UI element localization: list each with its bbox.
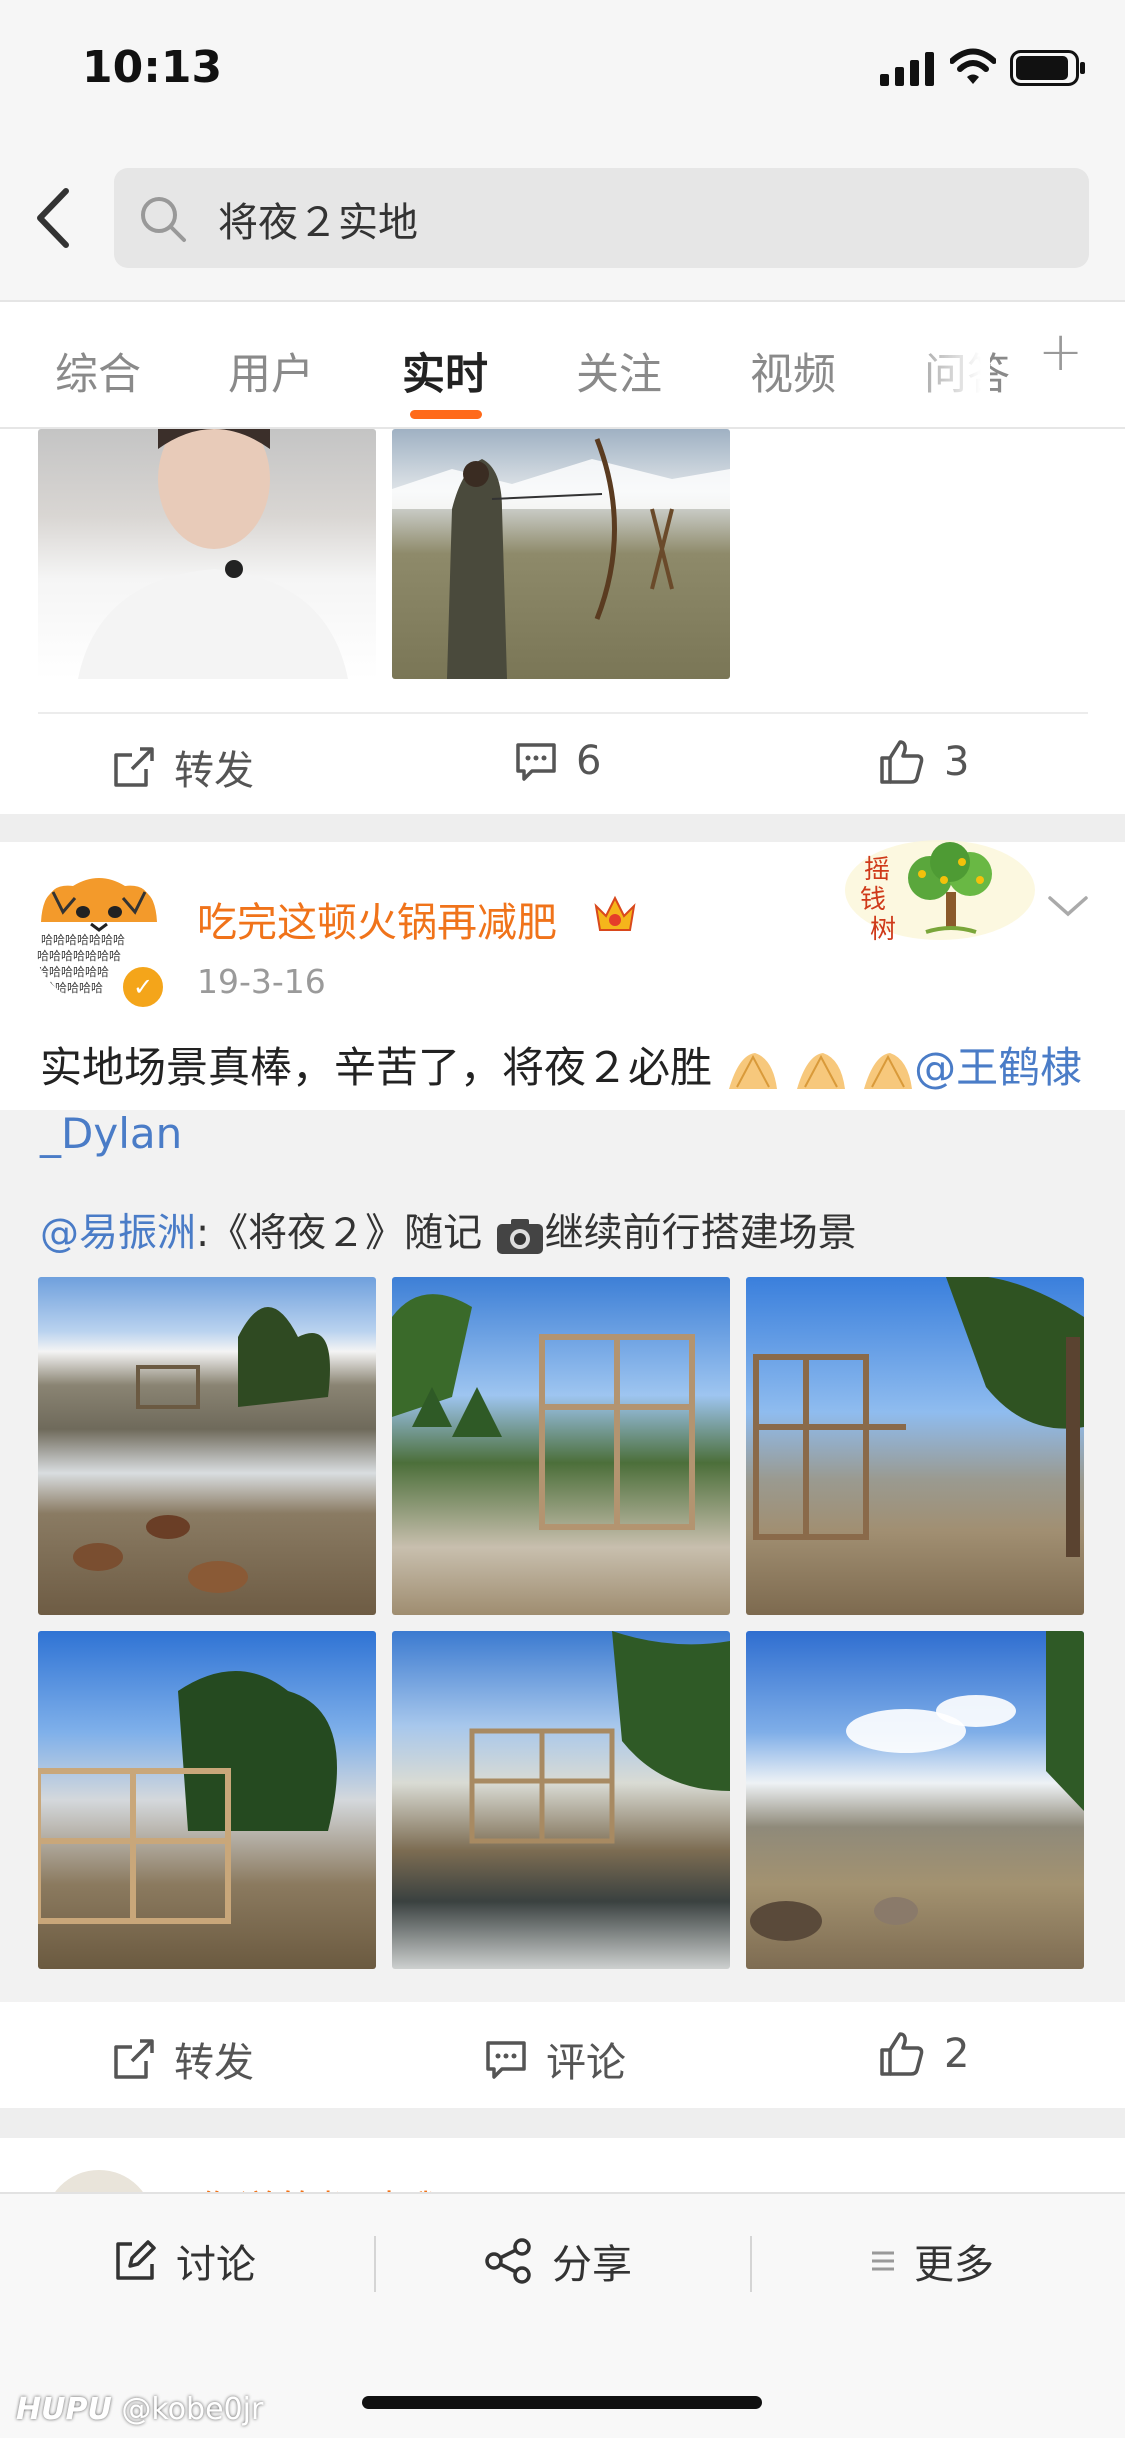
like-count: 2 [944,2031,970,2077]
repost-button[interactable]: 转发 [112,738,254,796]
retweet-text: @易振洲:《将夜２》随记 继续前行搭建场景 [40,1202,857,1258]
like-button[interactable]: 3 [878,738,969,786]
post-date: 19-3-16 [197,962,326,1001]
share-button[interactable]: 分享 [484,2232,632,2290]
badge-char: 摇 [864,855,890,885]
tab-fade [900,320,990,400]
repost-label: 转发 [174,2040,254,2086]
vip-crown-icon [594,895,636,931]
post-divider [38,712,1088,714]
post-body: 实地场景真棒，辛苦了，将夜２必胜 @王鹤棣_Dylan [40,1035,1090,1167]
pray-emoji-icon [864,1052,913,1089]
bottom-separator [374,2236,376,2292]
chevron-down-icon[interactable] [1046,892,1090,920]
back-arrow-icon[interactable] [30,183,80,253]
watermark: HUPU @kobe0jr [16,2392,263,2427]
comment-icon [486,2041,526,2079]
pray-emoji-icon [729,1052,778,1089]
pray-emoji-icon [796,1052,845,1089]
watermark-brand: HUPU [16,2392,112,2427]
thumbs-up-icon [880,740,924,784]
retweet-body: :《将夜２》随记 [196,1211,483,1256]
search-icon [141,197,186,242]
gallery-photo[interactable] [746,1277,1084,1615]
retweet-author[interactable]: @易振洲 [40,1211,196,1256]
comment-button[interactable]: 6 [514,738,601,784]
tab-users[interactable]: 用户 [228,340,314,402]
discuss-button[interactable]: 讨论 [112,2232,256,2290]
post-username[interactable]: 吃完这顿火锅再减肥 [197,890,557,948]
share-icon [485,2238,531,2284]
signal-icon [880,52,934,86]
more-button[interactable]: 更多 [870,2232,994,2290]
svg-text:哈哈哈哈哈哈哈: 哈哈哈哈哈哈哈 [41,933,125,947]
gallery-photo[interactable] [38,1631,376,1969]
like-button[interactable]: 2 [878,2030,969,2078]
menu-icon [872,2251,894,2271]
gallery-photo[interactable] [38,1277,376,1615]
svg-text:哈哈哈哈哈哈: 哈哈哈哈哈哈 [37,965,109,979]
repost-button[interactable]: 转发 [112,2030,254,2088]
gallery-photo[interactable] [392,1277,730,1615]
tab-video[interactable]: 视频 [750,340,836,402]
retweet-body-tail: 继续前行搭建场景 [544,1211,857,1256]
like-count: 3 [944,739,970,785]
repost-icon [114,747,154,787]
thumbs-up-icon [880,2032,924,2076]
card-gap [0,2108,1125,2138]
bottom-separator [750,2236,752,2292]
tab-general[interactable]: 综合 [55,340,141,402]
badge-char: 树 [870,915,896,945]
post-text: 实地场景真棒，辛苦了，将夜２必胜 [40,1043,713,1092]
home-indicator [362,2396,762,2409]
comment-icon [516,743,556,781]
gallery-photo[interactable] [746,1631,1084,1969]
more-label: 更多 [914,2242,994,2288]
tab-following[interactable]: 关注 [576,340,662,402]
repost-icon [114,2039,154,2079]
search-query: 将夜２实地 [218,200,418,246]
svg-text:哈哈哈哈哈哈哈: 哈哈哈哈哈哈哈 [37,949,121,963]
comment-count: 6 [576,738,602,784]
comment-button[interactable]: 评论 [484,2030,626,2088]
money-tree-badge: 摇 钱 树 [820,840,1035,950]
watermark-user: @kobe0jr [121,2392,264,2427]
repost-label: 转发 [174,748,254,794]
active-tab-indicator [410,410,482,419]
verified-badge-icon: ✓ [120,964,166,1010]
card-gap [0,814,1125,842]
comment-label: 评论 [546,2040,626,2086]
gallery-photo[interactable] [392,1631,730,1969]
post-photo[interactable] [38,429,376,679]
add-tab-icon[interactable]: + [1038,320,1083,383]
badge-char: 钱 [860,885,886,915]
battery-icon [1010,50,1085,86]
tab-realtime[interactable]: 实时 [402,340,488,402]
camera-emoji-icon [496,1218,543,1254]
discuss-label: 讨论 [176,2242,256,2288]
edit-icon [116,2240,156,2280]
status-time: 10:13 [82,42,223,93]
wifi-icon [950,48,996,84]
post-photo[interactable] [392,429,730,679]
share-label: 分享 [552,2242,632,2288]
